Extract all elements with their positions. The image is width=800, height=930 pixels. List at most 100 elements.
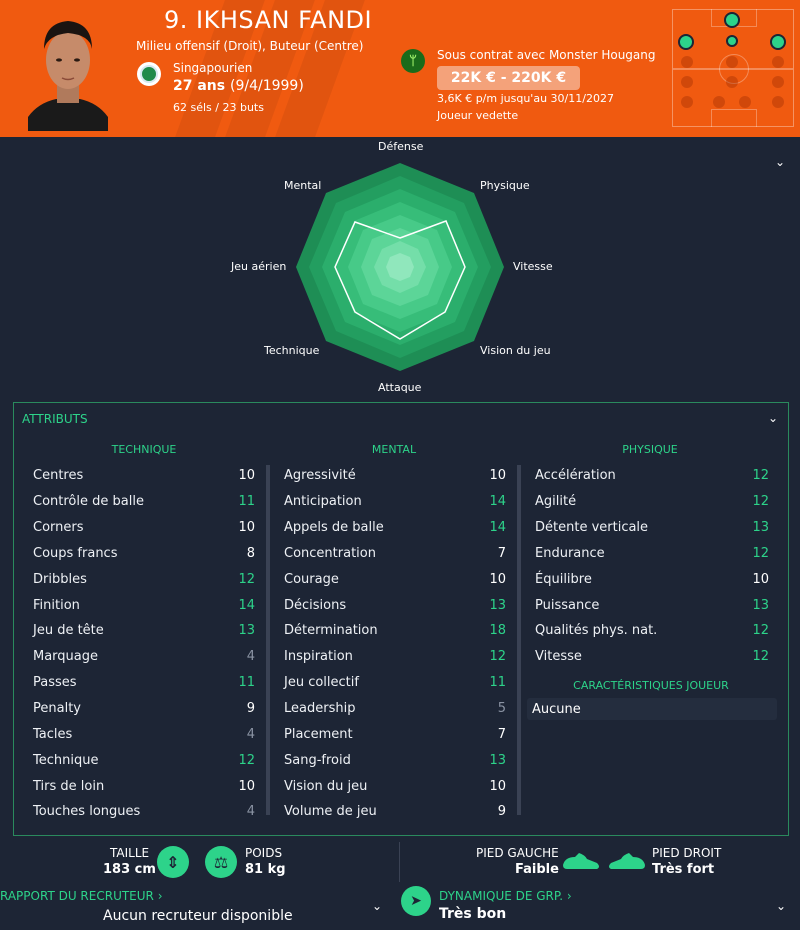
attribute-label: Anticipation [284, 494, 362, 510]
attribute-label: Puissance [535, 597, 600, 613]
attribute-label: Passes [33, 675, 77, 691]
attribute-value: 14 [238, 597, 255, 613]
attribute-row[interactable]: Détermination 18 [284, 618, 506, 644]
technique-column: Centres 10 Contrôle de balle 11 Corners 10 Cou… [33, 463, 255, 825]
attribute-label: Tacles [33, 726, 73, 742]
attribute-row[interactable]: Inspiration 12 [284, 644, 506, 670]
contract-club[interactable]: Sous contrat avec Monster Hougang [437, 48, 656, 62]
attribute-label: Équilibre [535, 571, 592, 587]
attribute-row[interactable]: Tirs de loin 10 [33, 773, 255, 799]
attribute-label: Endurance [535, 545, 605, 561]
attribute-row[interactable]: Courage 10 [284, 566, 506, 592]
right-foot-label: PIED DROIT [652, 846, 722, 860]
attribute-row[interactable]: Endurance 12 [535, 541, 769, 567]
attribute-label: Vitesse [535, 649, 582, 665]
attribute-row[interactable]: Finition 14 [33, 592, 255, 618]
attribute-value: 11 [489, 675, 506, 691]
navigation-arrow-icon: ➤ [401, 886, 431, 916]
team-dynamics-link[interactable]: DYNAMIQUE DE GRP. › [439, 889, 572, 903]
attribute-radar-chart [296, 163, 504, 371]
international-caps: 62 séls / 23 buts [173, 101, 264, 114]
attributes-title[interactable]: ATTRIBUTS [22, 412, 88, 426]
attribute-row[interactable]: Équilibre 10 [535, 566, 769, 592]
attribute-value: 11 [238, 675, 255, 691]
attribute-row[interactable]: Jeu collectif 11 [284, 670, 506, 696]
attribute-label: Penalty [33, 701, 81, 717]
player-name: 9. IKHSAN FANDI [164, 6, 373, 34]
attribute-row[interactable]: Tacles 4 [33, 721, 255, 747]
attribute-row[interactable]: Anticipation 14 [284, 489, 506, 515]
attribute-label: Détente verticale [535, 520, 649, 536]
attribute-row[interactable]: Qualités phys. nat. 12 [535, 618, 769, 644]
attribute-value: 13 [238, 623, 255, 639]
attribute-value: 10 [238, 468, 255, 484]
chevron-down-icon[interactable]: ⌄ [775, 155, 785, 169]
attribute-row[interactable]: Détente verticale 13 [535, 515, 769, 541]
attribute-row[interactable]: Technique 12 [33, 747, 255, 773]
chevron-down-icon[interactable]: ⌄ [776, 899, 786, 913]
attribute-value: 12 [752, 545, 769, 561]
attribute-label: Agilité [535, 494, 577, 510]
attribute-value: 10 [238, 520, 255, 536]
attribute-row[interactable]: Dribbles 12 [33, 566, 255, 592]
attribute-row[interactable]: Corners 10 [33, 515, 255, 541]
attribute-value: 12 [752, 494, 769, 510]
nationality-link[interactable]: Singapourien [173, 61, 252, 75]
attribute-row[interactable]: Coups francs 8 [33, 541, 255, 567]
weight-icon: ⚖ [205, 846, 237, 878]
attribute-value: 13 [752, 597, 769, 613]
club-logo-icon[interactable]: ᛘ [401, 49, 425, 73]
attribute-value: 7 [497, 726, 506, 742]
team-dynamics-value: Très bon [439, 906, 507, 922]
chevron-down-icon[interactable]: ⌄ [372, 899, 382, 913]
position-dot-left-am [678, 34, 694, 50]
attribute-row[interactable]: Leadership 5 [284, 696, 506, 722]
column-heading-physique: PHYSIQUE [622, 443, 678, 456]
weight-value: 81 kg [245, 862, 286, 877]
attribute-value: 9 [497, 804, 506, 820]
attribute-row[interactable]: Accélération 12 [535, 463, 769, 489]
attribute-value: 10 [489, 778, 506, 794]
attribute-label: Centres [33, 468, 84, 484]
scout-report-value: Aucun recruteur disponible [103, 908, 293, 924]
scout-report-link[interactable]: RAPPORT DU RECRUTEUR › [0, 889, 163, 903]
attribute-row[interactable]: Vision du jeu 10 [284, 773, 506, 799]
characteristics-value: Aucune [527, 698, 777, 720]
position-dot-right-am [770, 34, 786, 50]
left-boot-icon [563, 853, 599, 869]
player-position: Milieu offensif (Droit), Buteur (Centre) [136, 39, 364, 53]
attribute-row[interactable]: Appels de balle 14 [284, 515, 506, 541]
attribute-row[interactable]: Concentration 7 [284, 541, 506, 567]
attribute-label: Marquage [33, 649, 99, 665]
attribute-row[interactable]: Placement 7 [284, 721, 506, 747]
attribute-value: 14 [489, 494, 506, 510]
attribute-row[interactable]: Penalty 9 [33, 696, 255, 722]
attribute-label: Agressivité [284, 468, 356, 484]
right-boot-icon [609, 853, 645, 869]
attribute-row[interactable]: Agilité 12 [535, 489, 769, 515]
weight-label: POIDS [245, 846, 283, 860]
attribute-row[interactable]: Sang-froid 13 [284, 747, 506, 773]
attribute-row[interactable]: Marquage 4 [33, 644, 255, 670]
attribute-row[interactable]: Centres 10 [33, 463, 255, 489]
attribute-label: Technique [33, 752, 99, 768]
attribute-row[interactable]: Contrôle de balle 11 [33, 489, 255, 515]
attribute-row[interactable]: Vitesse 12 [535, 644, 769, 670]
attribute-value: 10 [238, 778, 255, 794]
attribute-label: Sang-froid [284, 752, 351, 768]
attribute-label: Finition [33, 597, 80, 613]
attribute-value: 8 [246, 545, 255, 561]
attribute-row[interactable]: Volume de jeu 9 [284, 799, 506, 825]
attribute-row[interactable]: Décisions 13 [284, 592, 506, 618]
attribute-row[interactable]: Passes 11 [33, 670, 255, 696]
column-heading-mental: MENTAL [371, 443, 417, 456]
attribute-row[interactable]: Agressivité 10 [284, 463, 506, 489]
radar-label-speed: Vitesse [513, 260, 553, 273]
attribute-row[interactable]: Jeu de tête 13 [33, 618, 255, 644]
attribute-row[interactable]: Touches longues 4 [33, 799, 255, 825]
chevron-down-icon[interactable]: ⌄ [768, 411, 778, 425]
attribute-row[interactable]: Puissance 13 [535, 592, 769, 618]
attribute-label: Décisions [284, 597, 347, 613]
attribute-value: 4 [246, 726, 255, 742]
attribute-label: Jeu collectif [284, 675, 359, 691]
